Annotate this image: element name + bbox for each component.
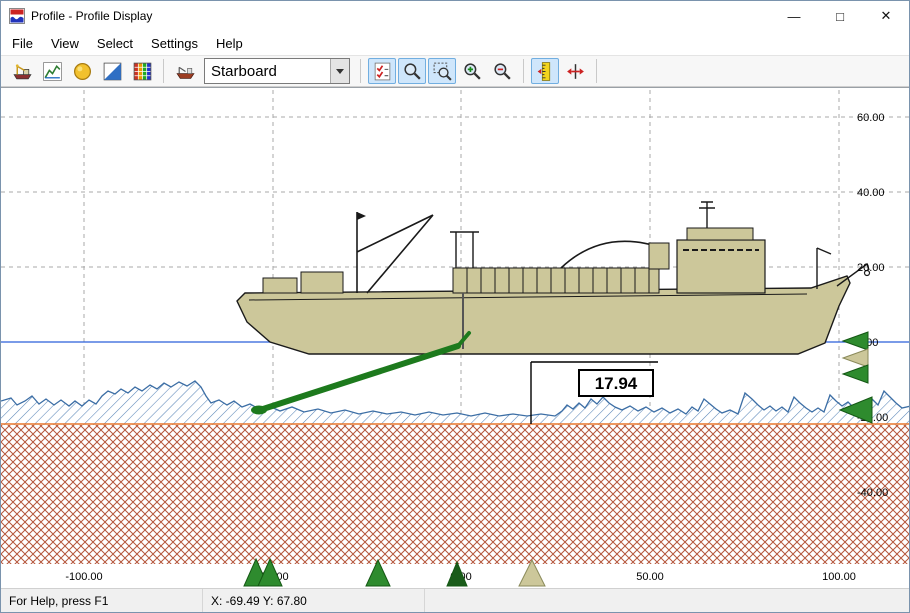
track-measure-icon <box>565 61 586 82</box>
profile-plot: 17.94 60.00 40.00 20.00 0.00 -20.00 -40.… <box>1 87 909 588</box>
zoom-window-button[interactable] <box>428 58 456 84</box>
view-select-value: Starboard <box>205 63 330 80</box>
y-axis-label: 60.00 <box>857 112 885 124</box>
toolbar: Starboard <box>1 55 909 87</box>
toolbar-separator <box>360 59 361 83</box>
radar-mast <box>699 202 715 228</box>
view-select[interactable]: Starboard <box>204 58 350 84</box>
maximize-button[interactable]: □ <box>817 1 863 31</box>
draghead <box>251 406 267 415</box>
depth-value: 17.94 <box>595 374 638 393</box>
dredger-ship <box>237 202 870 354</box>
zoom-icon <box>402 61 423 82</box>
title-bar: Profile - Profile Display — □ ✕ <box>1 1 909 31</box>
ruler-icon <box>535 61 556 82</box>
dredger-display-button[interactable] <box>8 58 36 84</box>
zoom-out-icon <box>492 61 513 82</box>
seabed-profile <box>1 381 910 425</box>
menu-view[interactable]: View <box>42 33 88 54</box>
color-matrix-button[interactable] <box>128 58 156 84</box>
dredger-display-icon <box>12 61 33 82</box>
verify-checklist-icon <box>372 61 393 82</box>
ship-select-button[interactable] <box>171 58 199 84</box>
zoom-window-icon <box>432 61 453 82</box>
zoom-in-button[interactable] <box>458 58 486 84</box>
verify-checklist-button[interactable] <box>368 58 396 84</box>
status-coordinates: X: -69.49 Y: 67.80 <box>203 589 425 613</box>
profile-canvas[interactable]: 17.94 60.00 40.00 20.00 0.00 -20.00 -40.… <box>1 88 910 588</box>
zoom-out-button[interactable] <box>488 58 516 84</box>
chart-view-button[interactable] <box>38 58 66 84</box>
minimize-button[interactable]: — <box>771 1 817 31</box>
zoom-button[interactable] <box>398 58 426 84</box>
window-controls: — □ ✕ <box>771 1 909 31</box>
app-window: Profile - Profile Display — □ ✕ File Vie… <box>0 0 910 613</box>
gauge-coin-icon <box>72 61 93 82</box>
track-measure-button[interactable] <box>561 58 589 84</box>
right-marker-green-2 <box>843 365 868 383</box>
close-button[interactable]: ✕ <box>863 1 909 31</box>
y-axis-label: 20.00 <box>857 262 885 274</box>
split-view-icon <box>102 61 123 82</box>
ruler-button[interactable] <box>531 58 559 84</box>
menu-settings[interactable]: Settings <box>142 33 207 54</box>
toolbar-separator <box>163 59 164 83</box>
view-select-dropdown-button[interactable] <box>330 59 349 83</box>
ship-gantry <box>450 232 479 268</box>
ship-crane <box>357 212 433 293</box>
chevron-down-icon <box>336 69 344 74</box>
window-title: Profile - Profile Display <box>31 9 771 23</box>
zoom-in-icon <box>462 61 483 82</box>
color-matrix-icon <box>132 61 153 82</box>
hopper-coaming <box>453 268 659 293</box>
right-markers <box>840 332 872 423</box>
x-axis-label: 100.00 <box>822 571 856 583</box>
right-marker-green-1 <box>843 332 868 350</box>
ship-bridge <box>677 240 765 293</box>
menu-bar: File View Select Settings Help <box>1 31 909 55</box>
toolbar-separator <box>596 59 597 83</box>
ship-select-icon <box>175 61 196 82</box>
chart-view-icon <box>42 61 63 82</box>
dredged-area <box>1 424 910 564</box>
menu-select[interactable]: Select <box>88 33 142 54</box>
status-help: For Help, press F1 <box>1 589 203 613</box>
right-marker-tan <box>843 349 868 367</box>
toolbar-separator <box>523 59 524 83</box>
y-axis-label: -40.00 <box>857 487 888 499</box>
split-view-button[interactable] <box>98 58 126 84</box>
gauge-coin-button[interactable] <box>68 58 96 84</box>
menu-help[interactable]: Help <box>207 33 252 54</box>
menu-file[interactable]: File <box>3 33 42 54</box>
x-axis-label: -100.00 <box>65 571 102 583</box>
status-bar: For Help, press F1 X: -69.49 Y: 67.80 <box>1 588 909 613</box>
y-axis-label: 40.00 <box>857 187 885 199</box>
app-icon <box>9 8 25 24</box>
x-axis-label: 50.00 <box>636 571 664 583</box>
